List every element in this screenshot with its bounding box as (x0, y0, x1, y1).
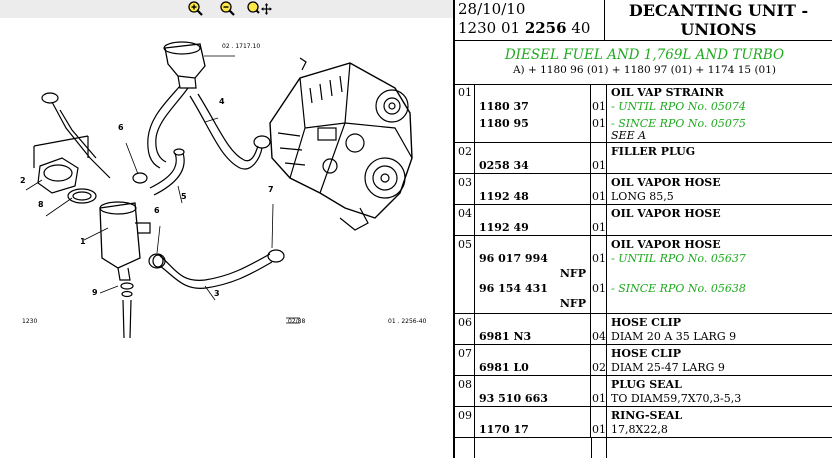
zoom-in-icon[interactable] (187, 0, 204, 17)
callout-6-upper: 6 (118, 123, 124, 132)
callout-6-lower: 6 (154, 206, 160, 215)
page-date: 28/10/10 (458, 0, 526, 18)
table-row[interactable]: 03 1192 48 01 OIL VAPOR HOSE LONG 85,5 (455, 174, 832, 205)
callout-5: 5 (181, 192, 187, 201)
part-name: RING-SEAL (611, 409, 683, 422)
hose-4 (147, 85, 263, 170)
table-row[interactable]: 04 1192 49 01 OIL VAPOR HOSE (455, 205, 832, 236)
engine-banner: DIESEL FUEL AND 1,769L AND TURBO A) + 11… (455, 41, 832, 85)
part-name: OIL VAP STRAINR (611, 86, 724, 99)
part-name: HOSE CLIP (611, 347, 682, 360)
drawing-ref-bottom: 01 . 2256-40 (388, 318, 427, 325)
callout-8: 8 (38, 200, 44, 209)
part-name: OIL VAPOR HOSE (611, 207, 721, 220)
zoom-toolbar (0, 0, 453, 18)
engine-description: DIESEL FUEL AND 1,769L AND TURBO (504, 47, 785, 63)
hose-clip-7-upper (253, 135, 271, 149)
table-row[interactable]: 05 96 017 994 NFP 96 154 431 NFP 01 01 O… (455, 236, 832, 314)
part-name: FILLER PLUG (611, 145, 696, 158)
exploded-diagram: 1 2 3 4 5 6 6 7 8 9 02 . 1717.10 1230 02… (20, 41, 427, 339)
engine-block (269, 57, 413, 231)
part-ref[interactable]: 96 017 994 (479, 252, 548, 265)
callout-1: 1 (80, 237, 86, 246)
callout-3: 3 (214, 289, 220, 298)
table-row[interactable]: 01 1180 37 1180 95 01 01 OIL VAP STRAINR… (455, 84, 832, 143)
part-ref[interactable]: 1180 37 (479, 100, 529, 113)
hose-5 (149, 148, 185, 196)
page-header: 28/10/10 1230 01 2256 40 DECANTING UNIT … (455, 0, 832, 41)
decanter-body-1 (99, 201, 151, 281)
part-ref[interactable]: 93 510 663 (479, 392, 548, 405)
part-name: HOSE CLIP (611, 316, 682, 329)
callout-4: 4 (219, 97, 225, 106)
sheet-code: 02/88 (288, 318, 305, 325)
breather-union (163, 41, 206, 89)
engine-codes: A) + 1180 96 (01) + 1180 97 (01) + 1174 … (512, 64, 777, 76)
drawing-ref-top: 02 . 1717.10 (222, 43, 260, 50)
callout-2: 2 (20, 176, 26, 185)
ring-seal-9 (120, 282, 134, 339)
part-ref[interactable]: 6981 L0 (479, 361, 529, 374)
part-name: OIL VAPOR HOSE (611, 176, 721, 189)
table-row[interactable]: 02 0258 34 01 FILLER PLUG (455, 143, 832, 174)
page-code: 1230 (22, 318, 37, 325)
part-ref[interactable]: 1180 95 (479, 117, 529, 130)
page-title: DECANTING UNIT - UNIONS (628, 1, 809, 39)
table-row[interactable]: 07 6981 L0 02 HOSE CLIP DIAM 25-47 LARG … (455, 345, 832, 376)
part-ref[interactable]: 1192 48 (479, 190, 529, 203)
pan-icon[interactable] (246, 0, 272, 17)
part-name: PLUG SEAL (611, 378, 682, 391)
hose-3 (152, 253, 273, 289)
plug-seal-8 (67, 188, 97, 204)
part-ref[interactable]: 0258 34 (479, 159, 529, 172)
part-ref[interactable]: 96 154 431 (479, 282, 548, 295)
page-reference: 1230 01 2256 40 (458, 19, 591, 37)
diagram-pane: 1 2 3 4 5 6 6 7 8 9 02 . 1717.10 1230 02… (0, 0, 453, 458)
zoom-out-icon[interactable] (219, 0, 236, 17)
part-name: OIL VAPOR HOSE (611, 238, 721, 251)
nfp-flag: NFP (559, 267, 586, 280)
part-ref[interactable]: 1192 49 (479, 221, 529, 234)
table-row[interactable]: 08 93 510 663 01 PLUG SEAL TO DIAM59,7X7… (455, 376, 832, 407)
hose-clip-7-lower (267, 249, 285, 263)
callout-9: 9 (92, 288, 98, 297)
part-ref[interactable]: 6981 N3 (479, 330, 531, 343)
parts-panel: 28/10/10 1230 01 2256 40 DECANTING UNIT … (453, 0, 832, 458)
part-ref[interactable]: 1170 17 (479, 423, 529, 436)
hose-clip-6-upper (132, 172, 148, 184)
callout-7: 7 (268, 185, 274, 194)
table-row[interactable]: 09 1170 17 01 RING-SEAL 17,8X22,8 (455, 407, 832, 438)
nfp-flag: NFP (559, 297, 586, 310)
table-row[interactable]: 06 6981 N3 04 HOSE CLIP DIAM 20 A 35 LAR… (455, 314, 832, 345)
